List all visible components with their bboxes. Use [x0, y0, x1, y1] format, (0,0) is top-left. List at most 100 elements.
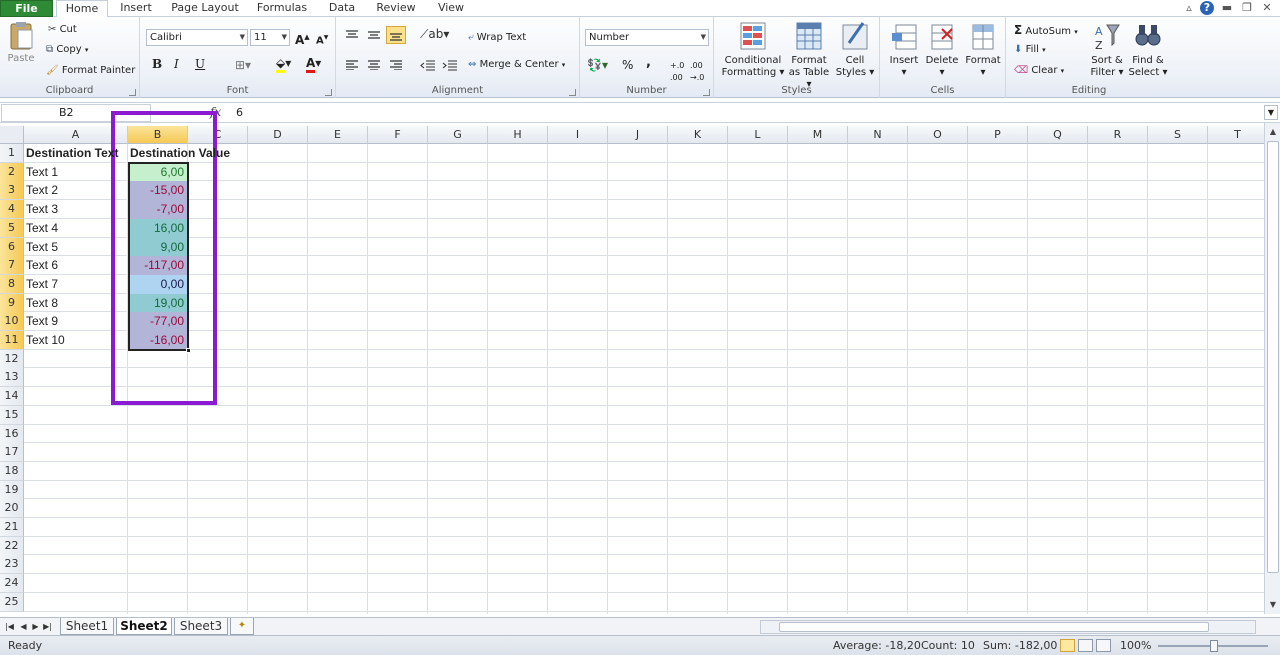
column-header-j[interactable]: J	[608, 126, 668, 144]
new-sheet-icon[interactable]: ✦	[230, 618, 254, 635]
column-header-g[interactable]: G	[428, 126, 488, 144]
column-header-t[interactable]: T	[1208, 126, 1264, 144]
next-sheet-icon[interactable]: ▶	[30, 620, 41, 633]
column-header-q[interactable]: Q	[1028, 126, 1088, 144]
borders-icon[interactable]: ⊞▾	[235, 59, 251, 71]
align-middle-icon[interactable]	[367, 30, 381, 40]
minimize-ribbon-icon[interactable]: ▵	[1182, 1, 1196, 15]
column-header-n[interactable]: N	[848, 126, 908, 144]
row-header-7[interactable]: 7	[0, 256, 24, 276]
window-minimize-icon[interactable]: ▬	[1220, 1, 1234, 15]
shrink-font-icon[interactable]: A▼	[316, 32, 328, 47]
expand-formula-bar-icon[interactable]: ▼	[1264, 105, 1278, 120]
row-header-2[interactable]: 2	[0, 162, 24, 182]
vertical-scroll-thumb[interactable]	[1267, 141, 1279, 573]
row-header-10[interactable]: 10	[0, 312, 24, 332]
grow-font-icon[interactable]: A▲	[295, 31, 310, 46]
row-header-23[interactable]: 23	[0, 555, 24, 575]
row-header-1[interactable]: 1	[0, 144, 24, 163]
page-break-view-icon[interactable]	[1096, 639, 1111, 652]
merge-center-button[interactable]: ⇔ Merge & Center ▾	[468, 59, 565, 71]
row-header-19[interactable]: 19	[0, 480, 24, 500]
column-header-r[interactable]: R	[1088, 126, 1148, 144]
column-header-e[interactable]: E	[308, 126, 368, 144]
row-header-5[interactable]: 5	[0, 218, 24, 238]
clipboard-launcher-icon[interactable]	[129, 89, 136, 96]
format-painter-button[interactable]: 🖌 Format Painter	[46, 65, 135, 77]
help-icon[interactable]: ?	[1200, 1, 1214, 15]
percent-button[interactable]: %	[622, 59, 633, 71]
column-header-h[interactable]: H	[488, 126, 548, 144]
format-cells-button[interactable]: Format ▾	[962, 21, 1004, 79]
row-header-21[interactable]: 21	[0, 518, 24, 537]
row-header-12[interactable]: 12	[0, 349, 24, 369]
column-header-p[interactable]: P	[968, 126, 1028, 144]
zoom-slider[interactable]	[1158, 640, 1268, 652]
tab-review[interactable]: Review	[370, 0, 422, 17]
align-bottom-button[interactable]	[386, 26, 406, 44]
window-restore-icon[interactable]: ❐	[1240, 1, 1254, 15]
wrap-text-button[interactable]: ⤶ Wrap Text	[468, 32, 526, 44]
number-launcher-icon[interactable]	[703, 89, 710, 96]
underline-button[interactable]: U	[195, 58, 205, 70]
row-header-4[interactable]: 4	[0, 200, 24, 220]
bold-button[interactable]: B	[152, 58, 162, 70]
column-header-s[interactable]: S	[1148, 126, 1208, 144]
tab-page-layout[interactable]: Page Layout	[166, 0, 244, 17]
align-center-icon[interactable]	[367, 60, 381, 70]
delete-cells-button[interactable]: Delete ▾	[922, 21, 962, 79]
column-header-l[interactable]: L	[728, 126, 788, 144]
tab-file[interactable]: File	[0, 0, 53, 17]
row-header-11[interactable]: 11	[0, 331, 24, 350]
comma-button[interactable]: ,	[646, 56, 651, 69]
horizontal-scrollbar[interactable]	[760, 620, 1256, 634]
align-top-icon[interactable]	[345, 30, 359, 40]
font-launcher-icon[interactable]	[325, 89, 332, 96]
row-header-3[interactable]: 3	[0, 181, 24, 201]
increase-decimal-icon[interactable]: +.0.00	[670, 60, 684, 84]
fill-button[interactable]: ⬇ Fill ▾	[1014, 44, 1046, 56]
column-header-m[interactable]: M	[788, 126, 848, 144]
column-header-i[interactable]: I	[548, 126, 608, 144]
font-size-select[interactable]: 11 ▼	[250, 29, 290, 46]
sort-filter-button[interactable]: AZ Sort & Filter ▾	[1086, 21, 1128, 79]
scroll-down-icon[interactable]: ▼	[1266, 598, 1280, 612]
row-header-15[interactable]: 15	[0, 405, 24, 425]
column-header-d[interactable]: D	[248, 126, 308, 144]
column-header-k[interactable]: K	[668, 126, 728, 144]
row-header-25[interactable]: 25	[0, 592, 24, 612]
zoom-slider-knob[interactable]	[1210, 640, 1218, 652]
cut-button[interactable]: ✂ Cut	[48, 24, 77, 36]
font-color-icon[interactable]: A▾	[306, 56, 321, 73]
row-header-24[interactable]: 24	[0, 574, 24, 594]
text-orientation-icon[interactable]: ⟋ab▾	[420, 28, 449, 40]
row-header-6[interactable]: 6	[0, 237, 24, 257]
row-header-13[interactable]: 13	[0, 368, 24, 388]
clear-button[interactable]: ⌫ Clear ▾	[1014, 65, 1064, 77]
cell-a1[interactable]: Destination Text	[26, 144, 130, 163]
tab-insert[interactable]: Insert	[112, 0, 160, 17]
window-close-icon[interactable]: ✕	[1260, 1, 1274, 15]
prev-sheet-icon[interactable]: ◀	[18, 620, 29, 633]
zoom-level[interactable]: 100%	[1120, 636, 1151, 655]
row-header-8[interactable]: 8	[0, 274, 24, 294]
format-as-table-button[interactable]: Format as Table ▾	[786, 21, 832, 91]
sheet-tab-3[interactable]: Sheet3	[174, 618, 228, 635]
horizontal-scroll-thumb[interactable]	[779, 622, 1209, 632]
cell-b1[interactable]: Destination Value	[130, 144, 250, 163]
column-header-f[interactable]: F	[368, 126, 428, 144]
tab-view[interactable]: View	[428, 0, 474, 17]
fill-color-icon[interactable]: ⬙▾	[276, 56, 291, 73]
vertical-scrollbar[interactable]: ▲ ▼	[1264, 123, 1280, 614]
tab-data[interactable]: Data	[320, 0, 364, 17]
decrease-indent-icon[interactable]	[420, 60, 436, 71]
last-sheet-icon[interactable]: ▶|	[42, 620, 53, 633]
number-format-select[interactable]: Number ▼	[585, 29, 709, 46]
increase-indent-icon[interactable]	[442, 60, 458, 71]
autosum-button[interactable]: Σ AutoSum ▾	[1014, 24, 1078, 38]
row-header-20[interactable]: 20	[0, 499, 24, 519]
alignment-launcher-icon[interactable]	[569, 89, 576, 96]
insert-cells-button[interactable]: Insert ▾	[884, 21, 924, 79]
paste-button[interactable]: Paste	[4, 21, 38, 65]
sheet-tab-2[interactable]: Sheet2	[116, 618, 172, 635]
